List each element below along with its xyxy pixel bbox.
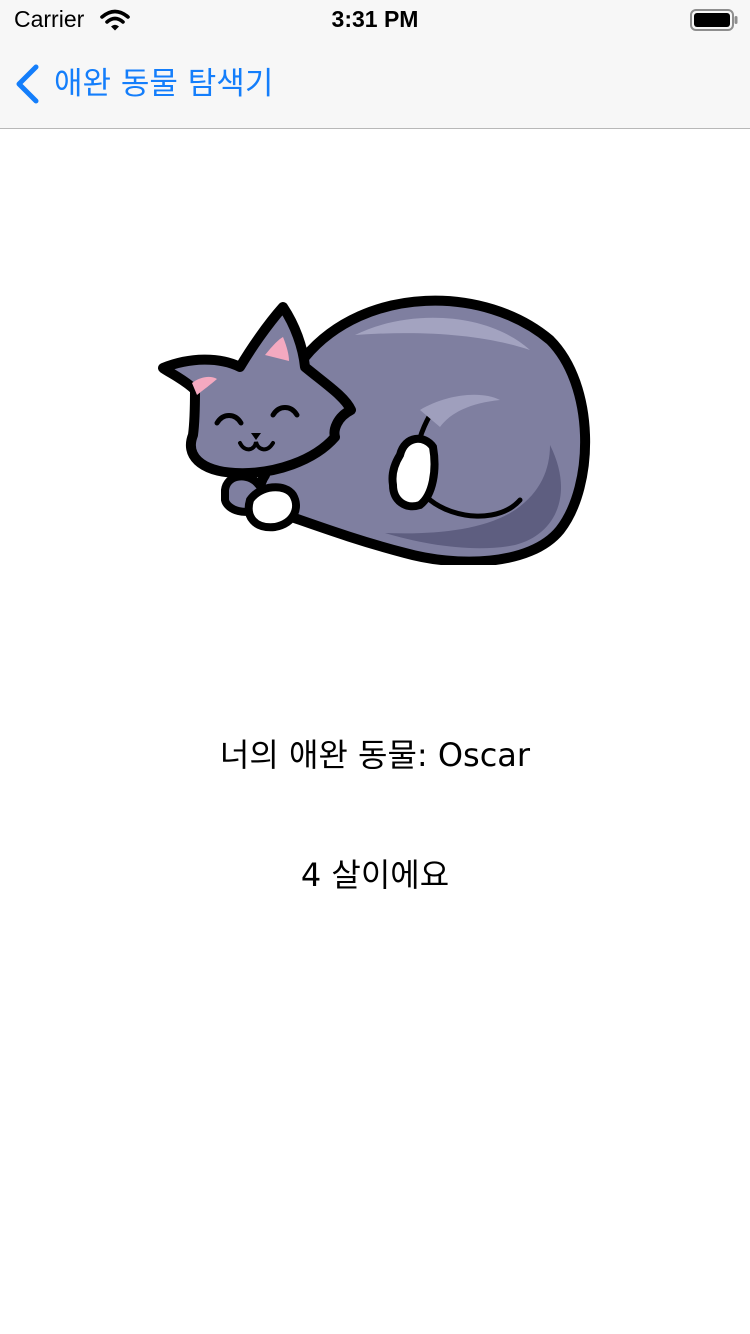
- pet-age-text: 4 살이에요: [300, 856, 450, 894]
- back-button[interactable]: 애완 동물 탐색기: [14, 62, 273, 106]
- back-button-label: 애완 동물 탐색기: [54, 66, 274, 102]
- status-time: 3:31 PM: [331, 6, 419, 32]
- battery-icon: [690, 9, 738, 31]
- chevron-left-icon: [16, 64, 39, 104]
- status-bar: Carrier 3:31 PM: [0, 0, 750, 40]
- pet-name-text: 너의 애완 동물: Oscar: [219, 736, 531, 774]
- navigation-bar: Carrier 3:31 PM 애완 동물 탐색기: [0, 0, 750, 129]
- sleeping-cat-illustration: [158, 295, 591, 565]
